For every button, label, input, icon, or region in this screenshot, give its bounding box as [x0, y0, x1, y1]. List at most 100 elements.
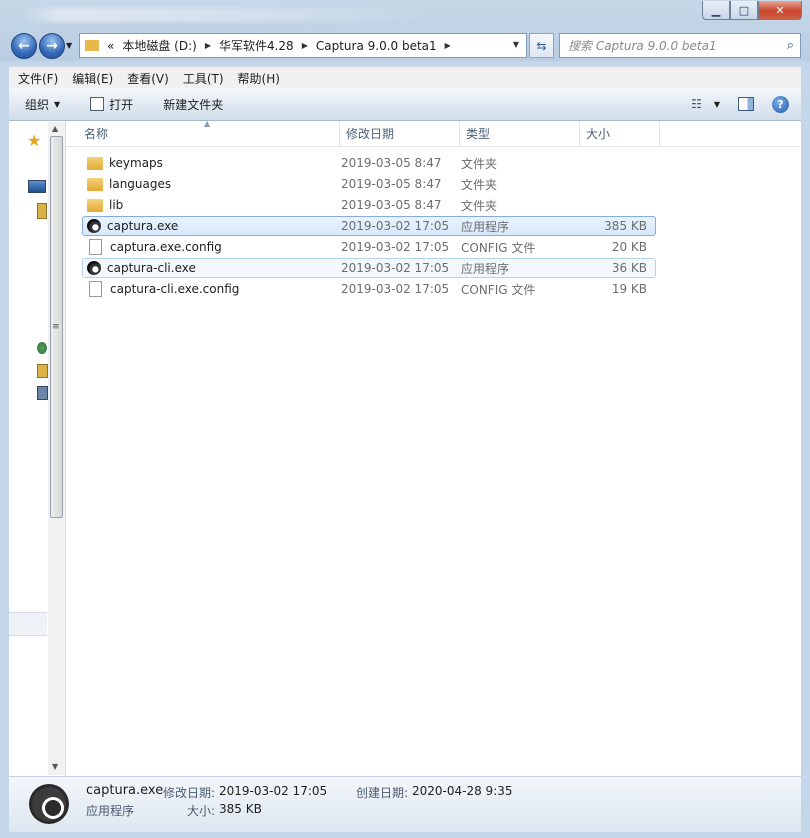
folder-icon [87, 156, 103, 170]
details-created-value: 2020-04-28 9:35 [412, 784, 513, 798]
network-icon[interactable] [37, 386, 48, 400]
column-date[interactable]: 修改日期 [340, 121, 460, 146]
file-row[interactable]: lib 2019-03-05 8:47 文件夹 [82, 195, 656, 215]
window-title-blurred [20, 8, 440, 22]
preview-pane-icon [738, 97, 754, 111]
search-icon[interactable]: ⌕ [787, 38, 794, 53]
favorites-star-icon[interactable]: ★ [27, 131, 41, 150]
chevron-down-icon: ▼ [713, 99, 720, 109]
menu-bar: 文件(F) 编辑(E) 查看(V) 工具(T) 帮助(H) [9, 66, 801, 89]
column-name-label: 名称 [84, 127, 109, 141]
file-date: 2019-03-05 8:47 [341, 198, 442, 212]
homegroup-icon[interactable] [37, 342, 47, 354]
column-type-label: 类型 [466, 127, 491, 141]
folder-icon[interactable] [37, 364, 48, 378]
column-size[interactable]: 大小 [580, 121, 660, 146]
file-size: 19 KB [611, 282, 647, 296]
details-modified-value: 2019-03-02 17:05 [219, 784, 328, 798]
scroll-up-icon[interactable]: ▲ [52, 124, 58, 133]
folder-icon [87, 177, 103, 191]
new-folder-button[interactable]: 新建文件夹 [163, 96, 223, 113]
details-type: 应用程序 [86, 804, 135, 818]
file-size: 385 KB [604, 219, 647, 233]
file-row[interactable]: captura.exe.config 2019-03-02 17:05 CONF… [82, 237, 656, 257]
open-label: 打开 [109, 97, 134, 112]
file-date: 2019-03-02 17:05 [341, 261, 450, 275]
view-options-button[interactable]: ☷ ▼ [691, 97, 720, 111]
address-overflow[interactable]: « [107, 39, 114, 53]
config-file-icon [89, 281, 102, 297]
file-row[interactable]: captura-cli.exe.config 2019-03-02 17:05 … [82, 279, 656, 299]
menu-help[interactable]: 帮助(H) [238, 70, 280, 87]
file-type: 应用程序 [461, 219, 510, 234]
file-date: 2019-03-02 17:05 [341, 219, 450, 233]
column-type[interactable]: 类型 [460, 121, 580, 146]
captura-app-icon [28, 783, 70, 825]
breadcrumb-arrow-icon[interactable]: ▶ [445, 41, 451, 50]
column-date-label: 修改日期 [346, 127, 395, 141]
computer-icon[interactable] [28, 180, 46, 193]
file-type: 文件夹 [461, 198, 498, 213]
file-name: captura-cli.exe [107, 261, 196, 275]
scroll-down-icon[interactable]: ▼ [52, 762, 58, 771]
config-file-icon [89, 239, 102, 255]
search-placeholder: 搜索 Captura 9.0.0 beta1 [568, 39, 717, 53]
file-name: lib [109, 198, 124, 212]
address-bar[interactable]: « 本地磁盘 (D:) ▶ 华军软件4.28 ▶ Captura 9.0.0 bet… [79, 33, 527, 58]
column-header: 名称 ▲ 修改日期 类型 大小 [66, 119, 800, 147]
recent-pages-dropdown-icon[interactable]: ▼ [66, 41, 76, 51]
forward-arrow-icon: → [46, 38, 58, 54]
maximize-button[interactable]: □ [730, 1, 758, 20]
details-modified-label: 修改日期: [163, 786, 216, 800]
breadcrumb-label: Captura 9.0.0 beta1 [315, 38, 437, 53]
column-name[interactable]: 名称 ▲ [78, 119, 340, 146]
sort-ascending-icon: ▲ [204, 119, 211, 128]
file-type: CONFIG 文件 [461, 282, 536, 297]
grip-icon: ≡ [52, 322, 60, 332]
file-type: 文件夹 [461, 156, 498, 171]
details-file-name: captura.exe [86, 783, 164, 798]
file-name: captura.exe [107, 219, 179, 233]
file-row[interactable]: languages 2019-03-05 8:47 文件夹 [82, 174, 656, 194]
file-name: captura-cli.exe.config [110, 282, 240, 296]
close-button[interactable]: ✕ [758, 1, 802, 20]
menu-view[interactable]: 查看(V) [127, 70, 169, 87]
breadcrumb-arrow-icon[interactable]: ▶ [205, 41, 211, 50]
captura-app-icon [87, 219, 101, 233]
open-icon [90, 97, 105, 111]
file-size: 20 KB [611, 240, 647, 254]
search-input[interactable]: 搜索 Captura 9.0.0 beta1 ⌕ [559, 33, 801, 58]
file-row-hovered[interactable]: captura-cli.exe 2019-03-02 17:05 应用程序 36… [82, 258, 656, 278]
organize-button[interactable]: 组织 ▼ [25, 96, 60, 113]
forward-button[interactable]: → [39, 33, 65, 59]
breadcrumb-arrow-icon[interactable]: ▶ [302, 41, 308, 50]
chevron-down-icon: ▼ [54, 99, 61, 109]
file-row[interactable]: keymaps 2019-03-05 8:47 文件夹 [82, 153, 656, 173]
file-size: 36 KB [611, 261, 647, 275]
refresh-icon: ⇆ [536, 38, 547, 53]
refresh-button[interactable]: ⇆ [529, 33, 554, 58]
breadcrumb-label: 本地磁盘 (D:) [122, 39, 197, 53]
window-controls: ▁ □ ✕ [702, 1, 802, 21]
file-type: 应用程序 [461, 261, 510, 276]
breadcrumb-segment[interactable]: 本地磁盘 (D:) ▶ [122, 37, 211, 54]
menu-file[interactable]: 文件(F) [18, 70, 58, 87]
new-folder-label: 新建文件夹 [163, 97, 224, 112]
file-type: 文件夹 [461, 177, 498, 192]
file-date: 2019-03-02 17:05 [341, 240, 450, 254]
menu-tools[interactable]: 工具(T) [183, 70, 224, 87]
back-button[interactable]: ← [11, 33, 37, 59]
file-name: keymaps [109, 156, 163, 170]
file-name: captura.exe.config [110, 240, 222, 254]
address-dropdown-icon[interactable]: ▼ [508, 34, 524, 55]
help-button[interactable]: ? [772, 95, 789, 113]
organize-label: 组织 [25, 97, 50, 112]
breadcrumb-segment[interactable]: Captura 9.0.0 beta1 ▶ [316, 39, 451, 53]
preview-pane-button[interactable] [738, 97, 754, 111]
library-icon[interactable] [37, 203, 47, 219]
menu-edit[interactable]: 编辑(E) [72, 70, 113, 87]
open-button[interactable]: 打开 [90, 96, 133, 113]
file-row-selected[interactable]: captura.exe 2019-03-02 17:05 应用程序 385 KB [82, 216, 656, 236]
minimize-button[interactable]: ▁ [702, 1, 730, 20]
breadcrumb-segment[interactable]: 华军软件4.28 ▶ [219, 37, 308, 54]
